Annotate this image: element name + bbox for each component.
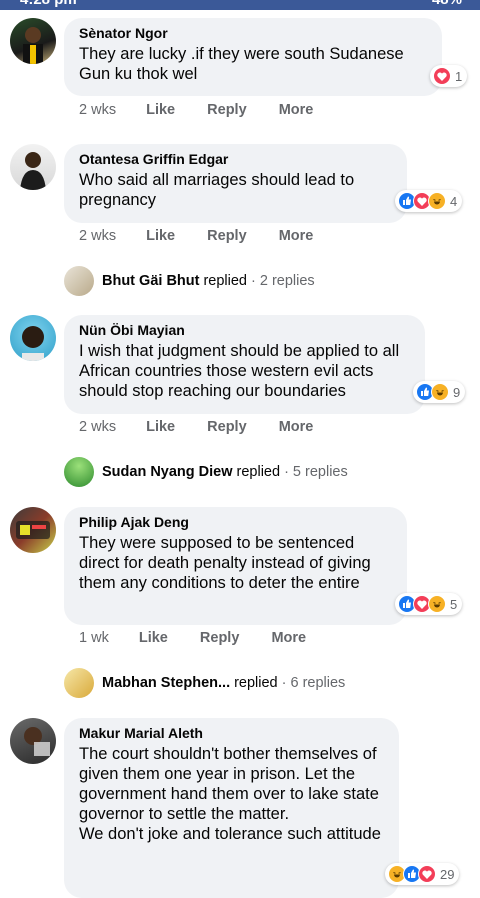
reply-author: Sudan Nyang Diew xyxy=(102,464,233,480)
comment-bubble: Sènator Ngor They are lucky .if they wer… xyxy=(64,18,442,96)
reaction-summary[interactable]: 5 xyxy=(395,593,463,615)
comment-bubble: Nün Öbi Mayian I wish that judgment shou… xyxy=(64,315,425,414)
avatar[interactable] xyxy=(10,315,56,361)
reply-verb: replied xyxy=(203,273,247,289)
more-button[interactable]: More xyxy=(279,102,314,118)
more-button[interactable]: More xyxy=(279,228,314,244)
haha-icon xyxy=(431,383,449,401)
reaction-count: 5 xyxy=(450,596,458,612)
avatar xyxy=(64,668,94,698)
view-replies-link[interactable]: Mabhan Stephen... replied · 6 replies xyxy=(64,668,345,698)
comment-author[interactable]: Philip Ajak Deng xyxy=(79,513,392,531)
reaction-summary[interactable]: 9 xyxy=(413,381,466,403)
comment-bubble: Otantesa Griffin Edgar Who said all marr… xyxy=(64,144,407,223)
reply-count: · 5 replies xyxy=(284,464,348,480)
comment-actions: 2 wks Like Reply More xyxy=(79,228,341,244)
comment-text: I wish that judgment should be applied t… xyxy=(79,342,400,400)
avatar-person-icon xyxy=(20,152,46,190)
reply-count: · 6 replies xyxy=(281,675,346,691)
reply-author: Mabhan Stephen... xyxy=(102,675,231,691)
reply-author: Bhut Gäi Bhut xyxy=(102,273,200,289)
reaction-summary[interactable]: 1 xyxy=(430,65,468,87)
avatar-logo-icon xyxy=(16,521,50,539)
reply-verb: replied xyxy=(236,464,281,480)
avatar-person-icon xyxy=(22,326,44,361)
love-icon xyxy=(433,67,451,85)
status-time: 4:28 pm xyxy=(20,0,77,8)
comment-author[interactable]: Sènator Ngor xyxy=(79,24,427,42)
battery-level: 48% xyxy=(432,0,462,8)
reaction-summary[interactable]: 29 xyxy=(385,863,460,885)
haha-icon xyxy=(428,192,446,210)
comment-author[interactable]: Nün Öbi Mayian xyxy=(79,321,410,339)
comment-actions: 1 wk Like Reply More xyxy=(79,630,334,646)
reply-count: · 2 replies xyxy=(251,273,315,289)
more-button[interactable]: More xyxy=(279,419,314,435)
reaction-count: 4 xyxy=(450,193,458,209)
avatar[interactable] xyxy=(10,718,56,764)
comment-author[interactable]: Makur Marial Aleth xyxy=(79,724,384,742)
comment-text: They were supposed to be sentenced direc… xyxy=(79,534,371,592)
reaction-count: 29 xyxy=(440,866,455,882)
reply-verb: replied xyxy=(234,675,278,691)
comment-actions: 2 wks Like Reply More xyxy=(79,102,341,118)
reaction-summary[interactable]: 4 xyxy=(395,190,463,212)
reply-button[interactable]: Reply xyxy=(207,419,247,435)
like-button[interactable]: Like xyxy=(146,419,175,435)
comment-text: The court shouldn't bother themselves of… xyxy=(79,745,381,843)
comment-text: Who said all marriages should lead to pr… xyxy=(79,171,355,209)
reaction-count: 9 xyxy=(453,384,461,400)
reply-button[interactable]: Reply xyxy=(207,102,247,118)
view-replies-link[interactable]: Sudan Nyang Diew replied · 5 replies xyxy=(64,457,348,487)
like-button[interactable]: Like xyxy=(139,630,168,646)
avatar[interactable] xyxy=(10,144,56,190)
comment-time[interactable]: 2 wks xyxy=(79,228,116,244)
comment-bubble: Makur Marial Aleth The court shouldn't b… xyxy=(64,718,399,898)
comment-bubble: Philip Ajak Deng They were supposed to b… xyxy=(64,507,407,625)
avatar[interactable] xyxy=(10,18,56,64)
comment-time[interactable]: 2 wks xyxy=(79,102,116,118)
avatar-graduate-icon xyxy=(23,27,43,64)
like-button[interactable]: Like xyxy=(146,102,175,118)
status-bar: 4:28 pm 48% xyxy=(0,0,480,10)
reply-button[interactable]: Reply xyxy=(207,228,247,244)
more-button[interactable]: More xyxy=(271,630,306,646)
avatar-person-icon xyxy=(24,727,50,756)
like-button[interactable]: Like xyxy=(146,228,175,244)
reaction-count: 1 xyxy=(455,68,463,84)
avatar xyxy=(64,266,94,296)
comment-author[interactable]: Otantesa Griffin Edgar xyxy=(79,150,392,168)
avatar xyxy=(64,457,94,487)
comment-time[interactable]: 1 wk xyxy=(79,630,109,646)
view-replies-link[interactable]: Bhut Gäi Bhut replied · 2 replies xyxy=(64,266,315,296)
love-icon xyxy=(418,865,436,883)
comment-time[interactable]: 2 wks xyxy=(79,419,116,435)
comment-actions: 2 wks Like Reply More xyxy=(79,419,341,435)
comment-text: They are lucky .if they were south Sudan… xyxy=(79,45,404,83)
haha-icon xyxy=(428,595,446,613)
avatar[interactable] xyxy=(10,507,56,553)
reply-button[interactable]: Reply xyxy=(200,630,240,646)
